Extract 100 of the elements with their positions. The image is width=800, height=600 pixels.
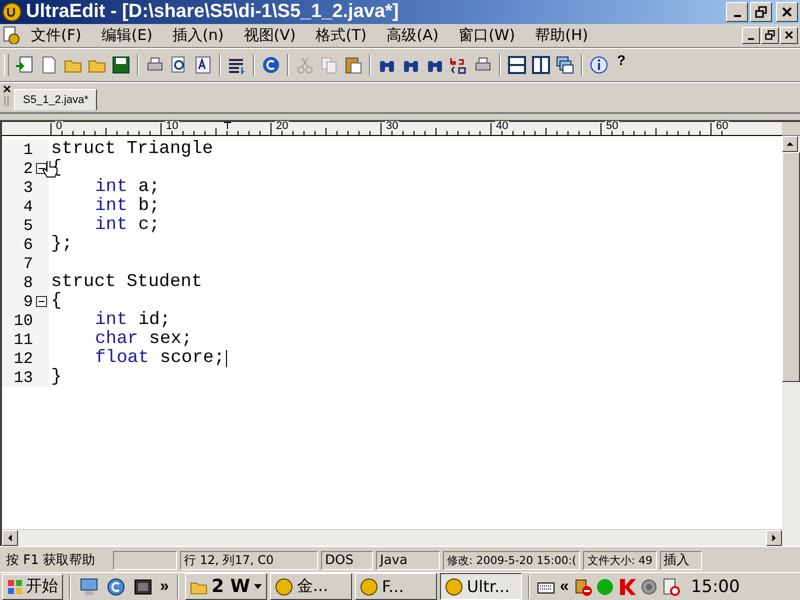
line-number: 9 bbox=[23, 292, 33, 311]
document-arrow-icon[interactable] bbox=[15, 55, 35, 76]
menu-item[interactable]: 高级(A) bbox=[382, 26, 444, 45]
horizontal-scrollbar[interactable] bbox=[2, 529, 782, 546]
code-line: int b; bbox=[94, 197, 160, 216]
code-line: struct Student bbox=[50, 273, 202, 292]
close-icon[interactable] bbox=[3, 85, 11, 94]
scroll-left-icon[interactable] bbox=[2, 530, 18, 546]
show-hidden-icons-button[interactable]: « bbox=[558, 578, 571, 596]
ruler-corner bbox=[782, 122, 800, 136]
restore-button[interactable] bbox=[761, 26, 779, 44]
code-line: } bbox=[50, 368, 62, 388]
app-icon bbox=[444, 578, 463, 596]
window-title: UltraEdit - [D:\share\S5\di-1\S5_1_2.java*] bbox=[26, 0, 399, 23]
line-number: 10 bbox=[14, 312, 33, 330]
line-number: 6 bbox=[23, 236, 33, 254]
cascade-icon[interactable] bbox=[555, 55, 575, 76]
status-pane: 按 F1 获取帮助 bbox=[5, 552, 96, 570]
speaker-icon[interactable] bbox=[638, 576, 659, 597]
file-tab[interactable]: S5_1_2.java* bbox=[14, 89, 98, 110]
status-pane: 文件大小: 49 bbox=[583, 550, 657, 570]
close-button[interactable] bbox=[776, 2, 798, 22]
document-record-icon[interactable] bbox=[660, 576, 681, 597]
collapse-icon[interactable] bbox=[36, 296, 47, 308]
line-number: 3 bbox=[23, 178, 33, 197]
ruler-label: 40 bbox=[495, 121, 510, 132]
line-number: 1 bbox=[23, 140, 33, 159]
code-line: int c; bbox=[94, 216, 160, 236]
more-button[interactable]: » bbox=[158, 578, 171, 596]
ruler-label: 30 bbox=[385, 121, 400, 132]
line-number: 13 bbox=[14, 368, 33, 387]
grip-icon bbox=[4, 96, 10, 106]
menu-item[interactable]: 帮助(H) bbox=[530, 26, 594, 45]
status-pane: 插入 bbox=[660, 550, 702, 570]
line-number: 8 bbox=[23, 274, 33, 292]
menu-item[interactable]: 编辑(E) bbox=[96, 26, 158, 45]
taskbar-button[interactable]: 金... bbox=[270, 573, 352, 600]
globe-icon[interactable] bbox=[261, 55, 281, 76]
restore-icon bbox=[755, 6, 767, 18]
browser-icon[interactable] bbox=[106, 576, 126, 597]
network-icon[interactable] bbox=[572, 576, 593, 597]
line-number: 7 bbox=[23, 254, 33, 273]
caret-icon bbox=[254, 584, 262, 590]
restore-button[interactable] bbox=[750, 2, 772, 22]
status-pane: DOS bbox=[321, 550, 373, 570]
menu-item[interactable]: 文件(F) bbox=[26, 26, 86, 45]
ruler-label: 20 bbox=[275, 121, 290, 132]
close-button[interactable] bbox=[780, 26, 798, 44]
info-icon[interactable] bbox=[589, 55, 609, 76]
scroll-up-icon[interactable] bbox=[782, 136, 798, 152]
menu-item[interactable]: 插入(n) bbox=[168, 26, 229, 45]
help-button[interactable]: ? bbox=[617, 52, 626, 68]
save-icon[interactable] bbox=[111, 55, 131, 76]
line-number: 5 bbox=[23, 216, 33, 235]
app-icon bbox=[274, 578, 293, 596]
code-line: float score; bbox=[94, 349, 225, 368]
code-line: { bbox=[50, 292, 62, 312]
ruler-label: 50 bbox=[605, 121, 620, 132]
minimize-icon bbox=[748, 38, 754, 40]
replace-icon[interactable] bbox=[449, 55, 469, 76]
status-pane: Java bbox=[376, 550, 440, 570]
line-number: 2 bbox=[23, 160, 33, 178]
horizontal-split-icon[interactable] bbox=[507, 55, 527, 76]
minimize-button[interactable] bbox=[726, 2, 748, 22]
app-icon bbox=[360, 578, 378, 596]
line-number: 12 bbox=[14, 350, 33, 368]
scroll-thumb[interactable] bbox=[782, 152, 800, 382]
vertical-split-icon[interactable] bbox=[531, 55, 551, 76]
computer-icon[interactable] bbox=[79, 576, 99, 597]
code-line: struct Triangle bbox=[50, 140, 214, 160]
close-icon bbox=[784, 30, 794, 40]
taskbar-button[interactable]: F... bbox=[354, 573, 437, 600]
menu-item[interactable]: 窗口(W) bbox=[454, 26, 520, 45]
desktop-icon[interactable] bbox=[133, 576, 153, 597]
vertical-scrollbar[interactable] bbox=[782, 122, 800, 546]
ruler-label: 60 bbox=[715, 121, 730, 132]
status-pane bbox=[113, 550, 177, 570]
paste-icon[interactable] bbox=[343, 55, 363, 76]
restore-icon bbox=[765, 30, 775, 40]
line-number: 11 bbox=[14, 330, 33, 349]
windows-logo-icon bbox=[7, 578, 23, 595]
taskbar-button[interactable]: Ultr... bbox=[440, 573, 522, 600]
line-number: 4 bbox=[23, 198, 33, 216]
status-pane: 行 12, 列17, C0 bbox=[180, 550, 318, 570]
taskbar-button[interactable]: 2 W bbox=[184, 573, 267, 600]
code-line: int id; bbox=[94, 311, 171, 330]
start-button[interactable]: 开始 bbox=[2, 574, 63, 600]
scroll-right-icon[interactable] bbox=[766, 530, 782, 546]
clock: 15:00 bbox=[690, 576, 740, 597]
document-icon[interactable] bbox=[2, 26, 20, 44]
menu-item[interactable]: 格式(T) bbox=[310, 26, 372, 45]
document-letter-icon[interactable] bbox=[193, 55, 213, 76]
menu-item[interactable]: 视图(V) bbox=[238, 26, 301, 45]
minimize-icon bbox=[734, 14, 740, 17]
minimize-button[interactable] bbox=[742, 26, 760, 44]
ruler-label: 0 bbox=[55, 121, 64, 132]
status-pane: 修改: 2009-5-20 15:00:( bbox=[443, 550, 580, 570]
ruler-label: 10 bbox=[165, 121, 180, 132]
close-icon bbox=[781, 6, 793, 18]
code-line: }; bbox=[50, 235, 73, 254]
